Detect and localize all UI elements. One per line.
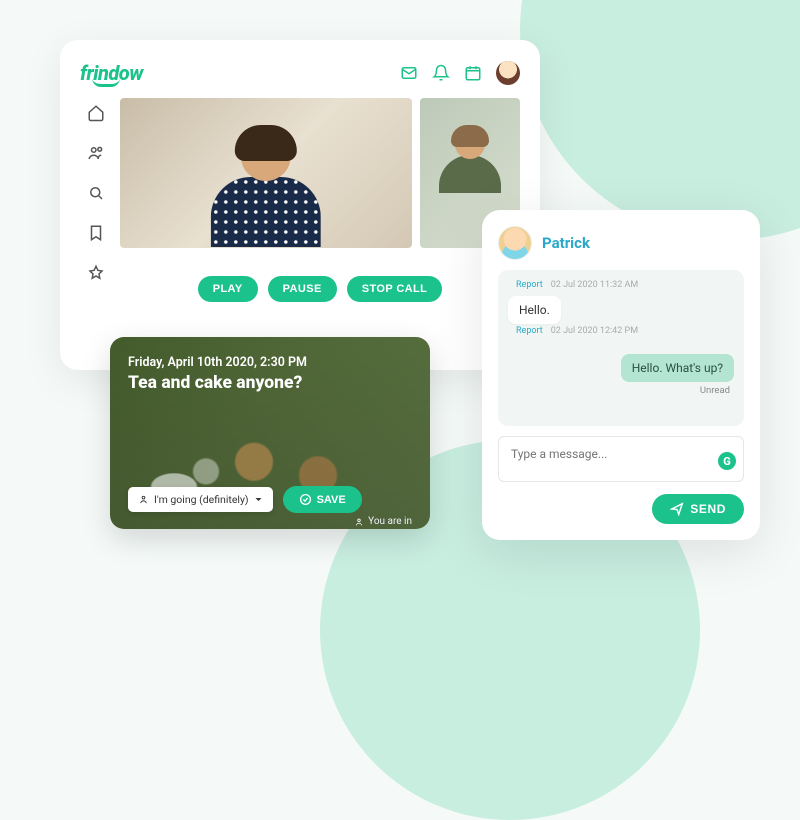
bookmark-icon[interactable] [87, 224, 105, 242]
search-icon[interactable] [87, 184, 105, 202]
check-circle-icon [299, 493, 312, 506]
chat-panel: Patrick Report 02 Jul 2020 11:32 AM Hell… [482, 210, 760, 540]
contact-name[interactable]: Patrick [542, 234, 590, 252]
video-call-panel: frindow [60, 40, 540, 370]
pause-button[interactable]: PAUSE [268, 276, 337, 302]
calendar-icon[interactable] [464, 64, 482, 82]
user-avatar[interactable] [496, 61, 520, 85]
bell-icon[interactable] [432, 64, 450, 82]
grammar-badge-icon[interactable]: G [718, 452, 736, 470]
message-meta: Report 02 Jul 2020 12:42 PM [508, 326, 734, 336]
topbar-actions [400, 61, 520, 85]
play-button[interactable]: PLAY [198, 276, 258, 302]
app-logo[interactable]: frindow [80, 61, 143, 85]
topbar: frindow [80, 56, 520, 90]
report-link[interactable]: Report [516, 326, 543, 336]
message-timestamp: 02 Jul 2020 12:42 PM [551, 326, 638, 336]
person-icon [138, 494, 149, 505]
rsvp-dropdown[interactable]: I'm going (definitely) [128, 487, 273, 512]
event-card[interactable]: Friday, April 10th 2020, 2:30 PM Tea and… [110, 337, 430, 529]
message-meta: Report 02 Jul 2020 11:32 AM [508, 280, 734, 290]
video-area: PLAY PAUSE STOP CALL [120, 98, 520, 326]
contact-avatar[interactable] [498, 226, 532, 260]
chat-input-row: G [498, 436, 744, 486]
report-link[interactable]: Report [516, 280, 543, 290]
rsvp-selected-label: I'm going (definitely) [154, 493, 249, 506]
video-stream-main[interactable] [120, 98, 412, 248]
event-datetime: Friday, April 10th 2020, 2:30 PM [128, 355, 412, 370]
chevron-down-icon [254, 495, 263, 504]
event-status: You are in [354, 516, 412, 527]
event-title: Tea and cake anyone? [128, 373, 412, 393]
send-icon [670, 502, 684, 516]
home-icon[interactable] [87, 104, 105, 122]
call-controls: PLAY PAUSE STOP CALL [120, 276, 520, 302]
star-icon[interactable] [87, 264, 105, 282]
save-label: SAVE [317, 494, 346, 506]
chat-header: Patrick [498, 226, 744, 260]
send-button[interactable]: SEND [652, 494, 744, 524]
sidebar-nav [80, 98, 112, 326]
send-label: SEND [690, 502, 726, 516]
background-blob [520, 0, 800, 240]
message-timestamp: 02 Jul 2020 11:32 AM [551, 280, 639, 290]
message-input[interactable] [498, 436, 744, 482]
message-bubble-incoming: Hello. [508, 296, 561, 324]
stop-call-button[interactable]: STOP CALL [347, 276, 443, 302]
save-event-button[interactable]: SAVE [283, 486, 362, 513]
message-bubble-outgoing: Hello. What's up? [621, 354, 734, 382]
message-status: Unread [508, 385, 734, 396]
person-icon [354, 517, 364, 527]
mail-icon[interactable] [400, 64, 418, 82]
people-icon[interactable] [87, 144, 105, 162]
chat-messages: Report 02 Jul 2020 11:32 AM Hello. Repor… [498, 270, 744, 426]
